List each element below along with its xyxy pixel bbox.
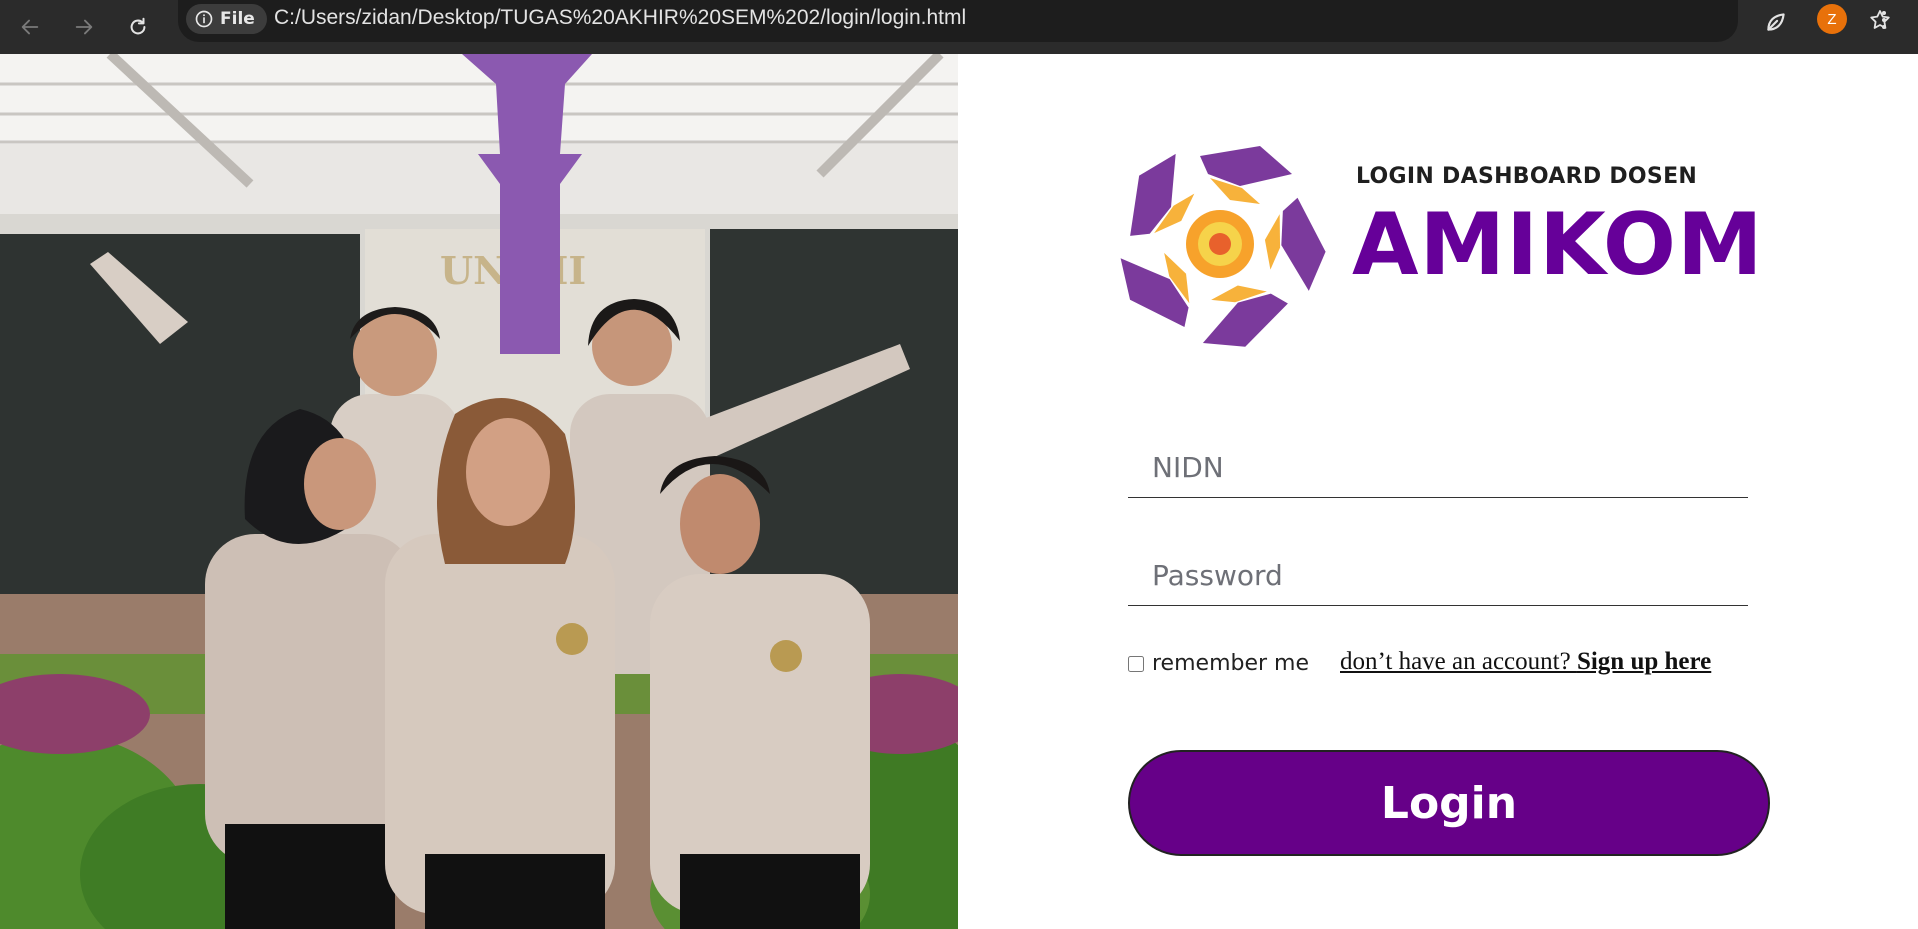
arrow-left-icon xyxy=(21,19,39,35)
back-button[interactable] xyxy=(12,9,48,45)
signup-prefix: don’t have an account? xyxy=(1340,648,1577,675)
login-button[interactable]: Login xyxy=(1128,750,1770,856)
amikom-logo-icon xyxy=(1110,145,1330,354)
info-icon xyxy=(195,10,213,28)
extension-button[interactable] xyxy=(1760,6,1792,38)
password-input[interactable] xyxy=(1128,546,1748,606)
signup-link-text: Sign up here xyxy=(1576,648,1712,675)
site-chip-label: File xyxy=(220,9,255,29)
signup-link[interactable]: don’t have an account? Sign up here xyxy=(1340,648,1711,676)
url-text[interactable]: C:/Users/zidan/Desktop/TUGAS%20AKHIR%20S… xyxy=(274,6,966,30)
browser-menu-button[interactable] xyxy=(1868,4,1900,36)
browser-toolbar: File C:/Users/zidan/Desktop/TUGAS%20AKHI… xyxy=(0,0,1918,54)
remember-me-checkbox[interactable] xyxy=(1128,655,1144,672)
dashboard-subtitle: LOGIN DASHBOARD DOSEN xyxy=(1356,164,1698,189)
remember-me-label: remember me xyxy=(1152,651,1309,676)
leaf-icon xyxy=(1767,13,1785,31)
nidn-input[interactable] xyxy=(1128,438,1748,498)
more-vert-icon xyxy=(1882,11,1886,29)
profile-avatar[interactable]: Z xyxy=(1817,4,1847,34)
remember-me-row[interactable]: remember me xyxy=(1128,651,1309,676)
address-bar[interactable]: File C:/Users/zidan/Desktop/TUGAS%20AKHI… xyxy=(178,0,1890,42)
forward-button[interactable] xyxy=(66,9,102,45)
students-photo-illustration: UN VII xyxy=(0,54,958,929)
arrow-right-icon xyxy=(75,19,93,35)
reload-button[interactable] xyxy=(120,9,156,45)
login-panel: LOGIN DASHBOARD DOSEN AMIKOM remember me… xyxy=(958,54,1918,929)
brand-name: AMIKOM xyxy=(1352,195,1764,295)
reload-icon xyxy=(130,17,146,35)
site-info-chip[interactable]: File xyxy=(186,4,267,34)
campus-photo: UN VII xyxy=(0,54,958,929)
